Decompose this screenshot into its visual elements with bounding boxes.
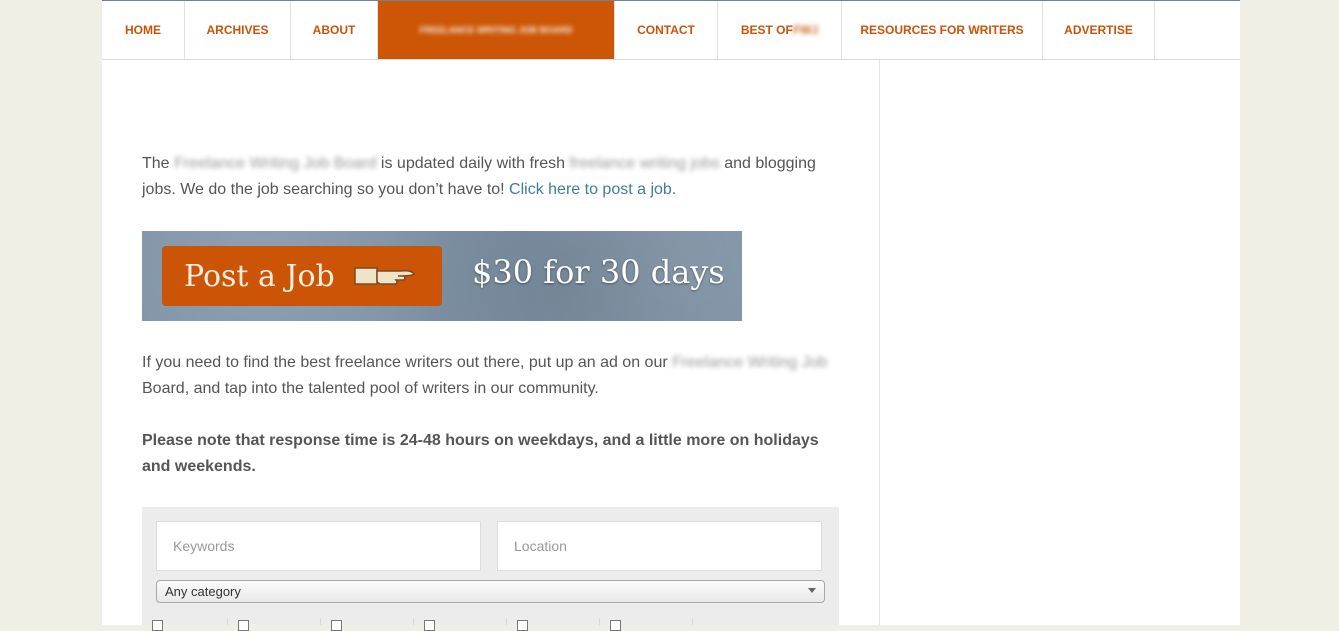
keywords-placeholder: Keywords: [173, 538, 235, 554]
intro-text: The: [142, 155, 175, 172]
advertise-paragraph: If you need to find the best freelance w…: [142, 350, 842, 402]
checkbox[interactable]: [238, 620, 249, 631]
response-time-notice: Please note that response time is 24-48 …: [142, 432, 819, 475]
post-job-link[interactable]: Click here to post a job.: [509, 181, 676, 198]
nav-best-of[interactable]: BEST OF FWJ: [718, 1, 842, 59]
keywords-input[interactable]: Keywords: [156, 521, 481, 571]
post-job-button-label: Post a Job: [184, 258, 335, 294]
page-container: HOME ARCHIVES ABOUT FREELANCE WRITING JO…: [102, 0, 1240, 631]
post-job-banner[interactable]: Post a Job $30 for 30 days: [142, 231, 742, 321]
nav-about[interactable]: ABOUT: [291, 1, 378, 59]
nav-contact[interactable]: CONTACT: [615, 1, 718, 59]
blurred-board-name: Freelance Writing Job: [672, 354, 828, 371]
blurred-link: freelance writing jobs: [569, 155, 720, 172]
checkbox[interactable]: [517, 620, 528, 631]
paragraph-text: If you need to find the best freelance w…: [142, 354, 673, 371]
checkbox[interactable]: [152, 620, 163, 631]
nav-job-board[interactable]: FREELANCE WRITING JOB BOARD: [378, 1, 615, 59]
nav-home[interactable]: HOME: [102, 1, 185, 59]
job-search-form: Keywords Location Any category: [142, 507, 839, 631]
post-job-button[interactable]: Post a Job: [162, 246, 442, 306]
intro-text: is updated daily with fresh: [376, 155, 570, 172]
blurred-job-board-name: Freelance Writing Job Board: [174, 155, 377, 172]
checkbox[interactable]: [610, 620, 621, 631]
pointing-hand-icon: [352, 263, 418, 294]
location-placeholder: Location: [514, 538, 567, 554]
category-selected-value: Any category: [165, 584, 241, 599]
main-nav: HOME ARCHIVES ABOUT FREELANCE WRITING JO…: [102, 1, 1240, 60]
nav-resources-for-writers[interactable]: RESOURCES FOR WRITERS: [842, 1, 1043, 59]
nav-advertise[interactable]: ADVERTISE: [1043, 1, 1155, 59]
checkbox[interactable]: [331, 620, 342, 631]
chevron-down-icon: [808, 588, 816, 593]
nav-archives[interactable]: ARCHIVES: [185, 1, 291, 59]
location-input[interactable]: Location: [497, 521, 822, 571]
checkbox[interactable]: [424, 620, 435, 631]
banner-price: $30 for 30 days: [472, 253, 725, 291]
sidebar-divider: [879, 60, 880, 625]
intro-paragraph: The Freelance Writing Job Board is updat…: [142, 151, 842, 203]
category-select[interactable]: Any category: [156, 580, 825, 603]
paragraph-text: Board, and tap into the talented pool of…: [142, 380, 599, 397]
